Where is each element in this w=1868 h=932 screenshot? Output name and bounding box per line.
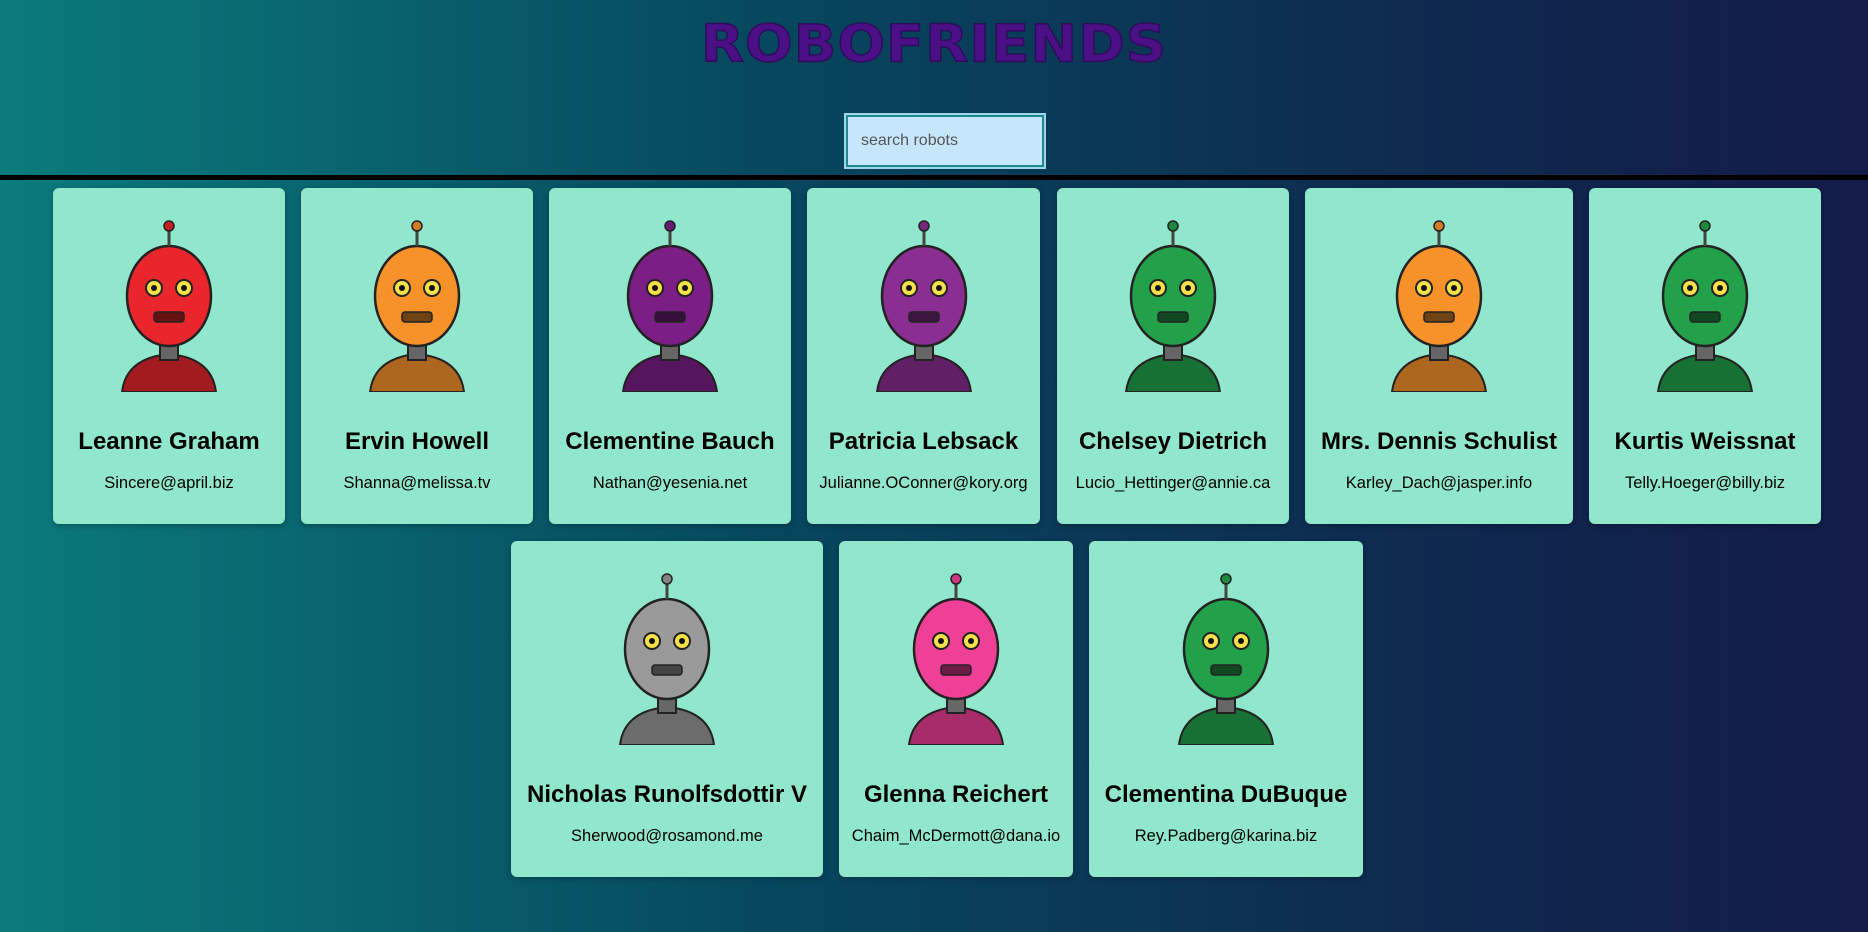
header-divider — [0, 175, 1868, 180]
robot-card[interactable]: Glenna Reichert Chaim_McDermott@dana.io — [839, 541, 1073, 877]
robot-email: Nathan@yesenia.net — [592, 474, 748, 492]
robot-name: Clementine Bauch — [565, 428, 775, 455]
robot-avatar — [120, 220, 218, 392]
robot-email: Sincere@april.biz — [104, 474, 234, 492]
app-title: ROBOFRIENDS — [700, 14, 1168, 75]
robot-email: Chaim_McDermott@dana.io — [851, 827, 1061, 845]
robot-avatar — [1124, 220, 1222, 392]
robot-card[interactable]: Patricia Lebsack Julianne.OConner@kory.o… — [807, 188, 1040, 524]
robot-name: Kurtis Weissnat — [1614, 428, 1796, 455]
robot-email: Karley_Dach@jasper.info — [1345, 474, 1533, 492]
robot-email: Julianne.OConner@kory.org — [819, 474, 1028, 492]
robot-card[interactable]: Clementine Bauch Nathan@yesenia.net — [549, 188, 791, 524]
robot-avatar — [907, 573, 1005, 745]
robot-name: Patricia Lebsack — [828, 428, 1019, 455]
search-input[interactable] — [844, 113, 1046, 169]
robot-avatar — [621, 220, 719, 392]
robot-name: Ervin Howell — [344, 428, 490, 455]
robot-card[interactable]: Clementina DuBuque Rey.Padberg@karina.bi… — [1089, 541, 1363, 877]
robot-email: Lucio_Hettinger@annie.ca — [1075, 474, 1271, 492]
robot-name: Nicholas Runolfsdottir V — [526, 781, 807, 808]
robot-email: Shanna@melissa.tv — [343, 474, 491, 492]
robot-name: Mrs. Dennis Schulist — [1320, 428, 1558, 455]
robot-card[interactable]: Chelsey Dietrich Lucio_Hettinger@annie.c… — [1057, 188, 1289, 524]
robot-avatar — [1656, 220, 1754, 392]
header: ROBOFRIENDS — [0, 0, 1868, 176]
robot-avatar — [618, 573, 716, 745]
robot-name: Leanne Graham — [78, 428, 260, 455]
robot-card[interactable]: Leanne Graham Sincere@april.biz — [53, 188, 285, 524]
robot-name: Clementina DuBuque — [1104, 781, 1348, 808]
robot-avatar — [875, 220, 972, 392]
robot-avatar — [368, 220, 466, 392]
robot-email: Sherwood@rosamond.me — [571, 827, 763, 845]
robot-card[interactable]: Ervin Howell Shanna@melissa.tv — [301, 188, 533, 524]
robot-email: Telly.Hoeger@billy.biz — [1624, 474, 1786, 492]
robot-name: Chelsey Dietrich — [1078, 428, 1268, 455]
robot-card[interactable]: Nicholas Runolfsdottir V Sherwood@rosamo… — [511, 541, 823, 877]
robot-name: Glenna Reichert — [863, 781, 1049, 808]
robot-card[interactable]: Mrs. Dennis Schulist Karley_Dach@jasper.… — [1305, 188, 1573, 524]
robot-email: Rey.Padberg@karina.biz — [1134, 827, 1318, 845]
robot-card[interactable]: Kurtis Weissnat Telly.Hoeger@billy.biz — [1589, 188, 1821, 524]
robot-avatar — [1390, 220, 1488, 392]
robot-avatar — [1177, 573, 1275, 745]
